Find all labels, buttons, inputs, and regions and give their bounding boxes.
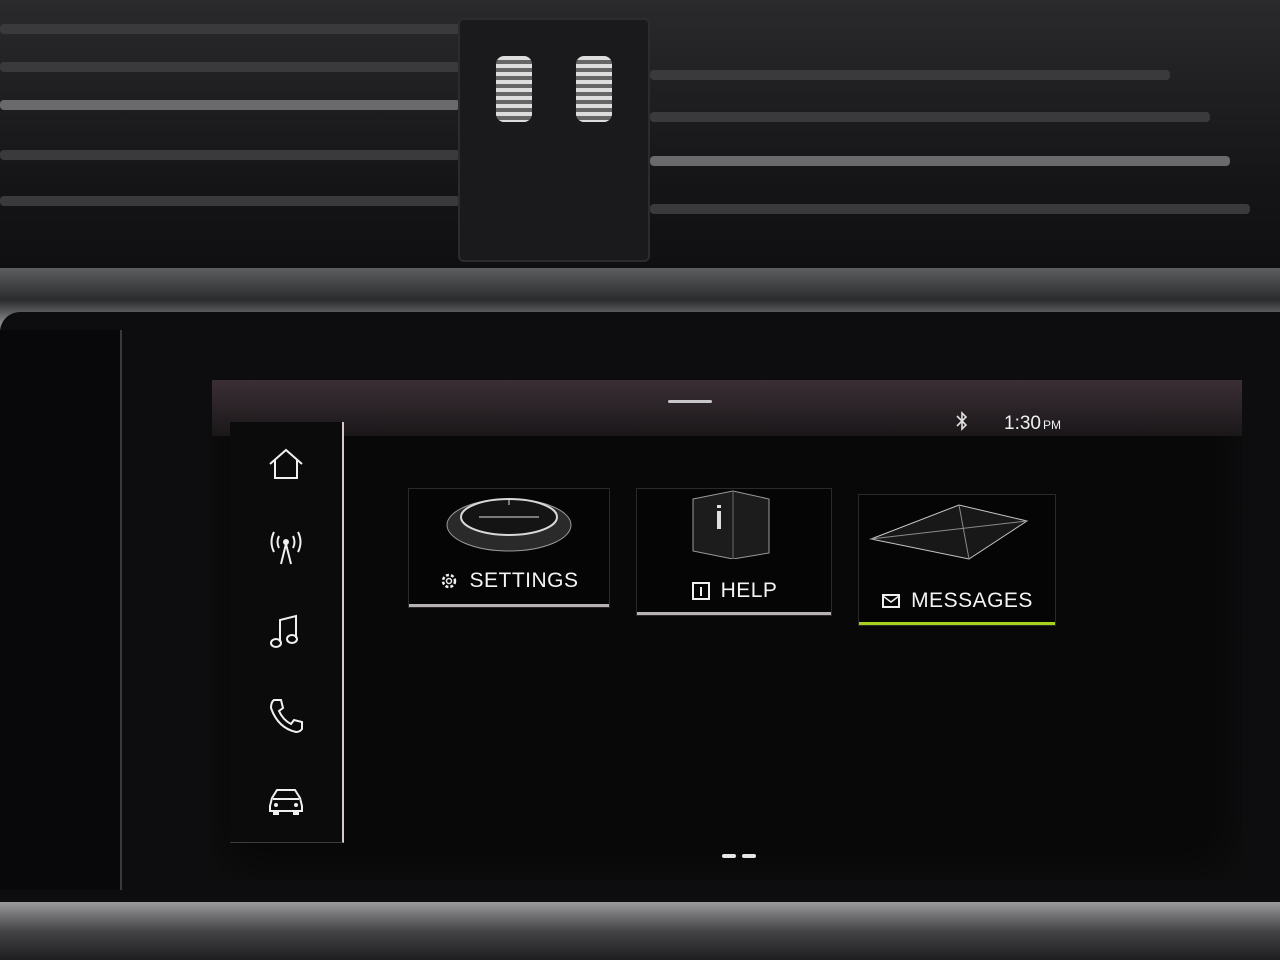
vent-roller xyxy=(496,56,532,122)
infotainment-screen: 1:30 PM SETTINGS HELP MESSAGES xyxy=(212,380,1242,880)
vent-slat xyxy=(0,100,460,110)
settings-tile-art xyxy=(446,498,572,552)
messages-label: MESSAGES xyxy=(859,589,1055,613)
messages-label-text: MESSAGES xyxy=(911,589,1033,612)
sidebar-item-phone[interactable] xyxy=(230,674,344,759)
vent-slat xyxy=(650,156,1230,166)
settings-label: SETTINGS xyxy=(409,569,609,593)
help-tile[interactable]: HELP xyxy=(636,488,832,616)
radio-antenna-icon xyxy=(270,531,302,565)
clock-ampm: PM xyxy=(1042,418,1061,432)
status-bar: 1:30 PM xyxy=(212,380,1242,436)
help-label: HELP xyxy=(637,579,831,603)
phone-icon xyxy=(269,699,303,734)
page-dot xyxy=(722,854,736,858)
vent-slat xyxy=(0,62,460,72)
vent-slat xyxy=(650,70,1170,80)
help-underline xyxy=(637,612,831,615)
vent-slat xyxy=(0,150,460,160)
pull-down-handle[interactable] xyxy=(668,400,712,403)
clock: 1:30 PM xyxy=(1004,413,1061,435)
home-icon xyxy=(269,448,303,479)
air-vent xyxy=(0,0,1280,300)
left-panel xyxy=(0,330,122,890)
sidebar-item-car[interactable] xyxy=(230,758,344,843)
vent-slat xyxy=(650,112,1210,122)
vent-slat xyxy=(0,24,460,34)
sidebar-item-radio[interactable] xyxy=(230,506,344,591)
help-tile-art xyxy=(692,490,770,559)
music-note-icon xyxy=(270,614,298,648)
settings-underline xyxy=(409,604,609,607)
vent-slat xyxy=(0,196,460,206)
bottom-trim xyxy=(0,902,1280,960)
messages-tile[interactable]: MESSAGES xyxy=(858,494,1056,626)
page-indicator[interactable] xyxy=(722,854,756,858)
bluetooth-icon xyxy=(956,411,968,431)
vent-slat xyxy=(650,204,1250,214)
vent-roller xyxy=(576,56,612,122)
gear-icon xyxy=(442,573,457,589)
sidebar-item-home[interactable] xyxy=(230,422,344,507)
page-dot xyxy=(742,854,756,858)
settings-label-text: SETTINGS xyxy=(469,569,579,592)
envelope-icon xyxy=(882,594,901,608)
messages-active-underline xyxy=(859,622,1055,625)
settings-tile[interactable]: SETTINGS xyxy=(408,488,610,608)
sidebar xyxy=(230,422,348,843)
info-icon xyxy=(691,582,710,600)
messages-tile-art xyxy=(869,504,1029,560)
sidebar-item-music[interactable] xyxy=(230,590,344,675)
vent-control xyxy=(458,18,650,262)
car-icon xyxy=(269,789,303,815)
help-label-text: HELP xyxy=(720,579,778,602)
clock-time: 1:30 xyxy=(1004,413,1041,434)
